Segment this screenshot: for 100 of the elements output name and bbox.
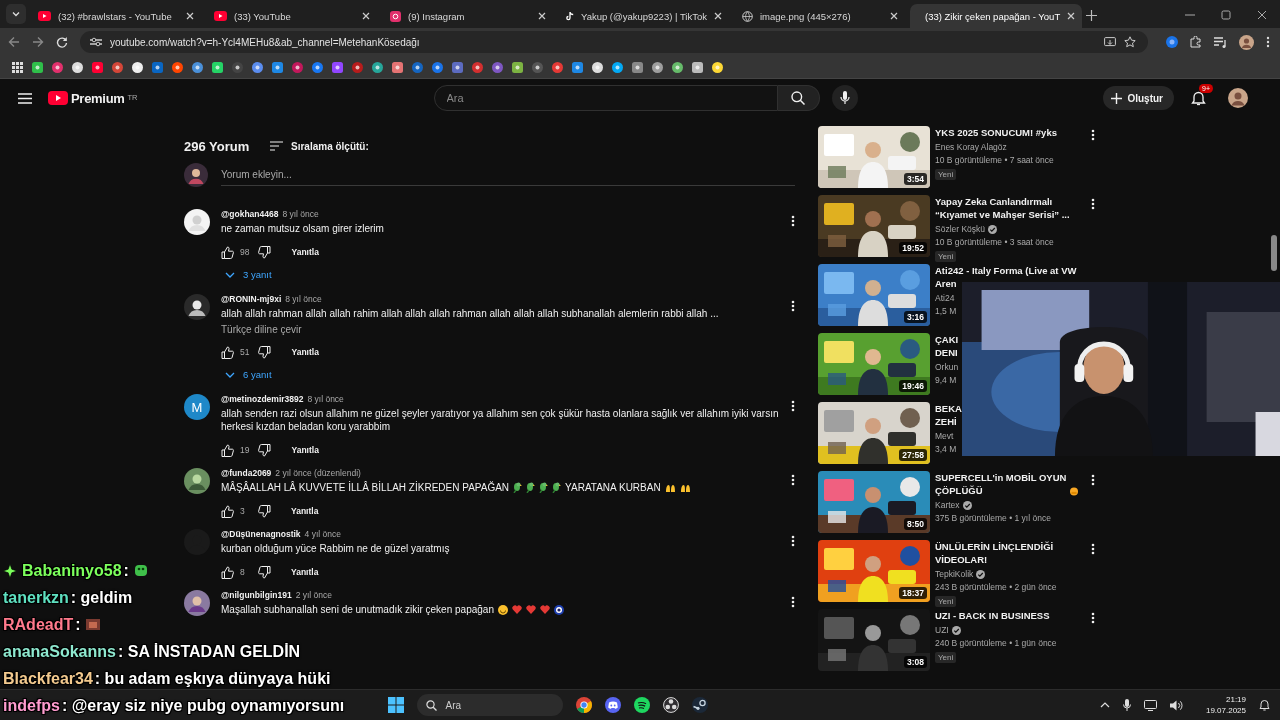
puzzle-icon[interactable] [1190, 36, 1202, 48]
apps-icon[interactable] [12, 61, 23, 73]
bookmark-icon[interactable] [72, 61, 83, 73]
comment-author[interactable]: @funda2069 [221, 468, 272, 478]
install-icon[interactable] [1104, 36, 1116, 48]
bookmark-icon[interactable] [672, 61, 683, 73]
taskbar-search[interactable]: Ara [417, 694, 564, 716]
more-icon[interactable] [1091, 474, 1095, 486]
bookmark-icon[interactable] [212, 61, 223, 73]
comment-time[interactable]: 8 yıl önce [282, 209, 319, 219]
avatar[interactable] [184, 468, 210, 494]
avatar[interactable] [184, 209, 210, 235]
video-title[interactable]: ÜNLÜLERİN LİNÇLENDİĞİ VİDEOLAR! [935, 540, 1078, 566]
bookmark-icon[interactable] [572, 61, 583, 73]
comment-input[interactable]: Yorum ekleyin... [221, 164, 795, 186]
more-icon[interactable] [791, 300, 795, 312]
bookmark-icon[interactable] [472, 61, 483, 73]
comment-author[interactable]: @RONIN-mj9xi [221, 294, 282, 304]
new-tab-icon[interactable] [1086, 10, 1097, 21]
browser-tab[interactable]: image.png (445×276) [734, 4, 906, 28]
more-icon[interactable] [1091, 198, 1095, 210]
comment-time[interactable]: 2 yıl önce [295, 590, 332, 600]
bookmark-icon[interactable] [332, 61, 343, 73]
obs-icon[interactable] [663, 697, 680, 713]
bookmark-icon[interactable] [412, 61, 423, 73]
microphone-button[interactable] [831, 85, 858, 111]
channel-name[interactable]: Kartex [935, 499, 960, 512]
comment-author[interactable]: @metinozdemir3892 [221, 394, 304, 404]
bookmark-icon[interactable] [552, 61, 563, 73]
video-title[interactable]: BEKA ZEHİ [935, 402, 962, 428]
more-icon[interactable] [791, 596, 795, 608]
thumbs-up-icon[interactable] [221, 565, 234, 579]
reload-icon[interactable] [56, 36, 68, 48]
close-icon[interactable] [714, 12, 722, 20]
bookmark-icon[interactable] [292, 61, 303, 73]
channel-name[interactable]: Mevt [935, 430, 954, 443]
close-icon[interactable] [890, 12, 898, 20]
comment-time[interactable]: 2 yıl önce (düzenlendi) [275, 468, 361, 478]
thumbs-down-icon[interactable] [258, 443, 272, 457]
thumbs-down-icon[interactable] [258, 245, 272, 259]
bookmark-icon[interactable] [392, 61, 403, 73]
channel-name[interactable]: UZI [935, 624, 949, 637]
thumbs-up-icon[interactable] [221, 245, 234, 259]
chrome-icon[interactable] [576, 697, 593, 713]
thumbs-down-icon[interactable] [258, 345, 272, 359]
comment-time[interactable]: 8 yıl önce [285, 294, 322, 304]
notification-icon[interactable] [1259, 699, 1270, 711]
comment-time[interactable]: 4 yıl önce [304, 529, 341, 539]
media-icon[interactable] [1214, 36, 1227, 48]
bookmark-icon[interactable] [52, 61, 63, 73]
browser-tab[interactable]: (33) Zikir çeken papağan - YouT [910, 4, 1082, 28]
bookmark-icon[interactable] [492, 61, 503, 73]
bookmark-icon[interactable] [632, 61, 643, 73]
more-icon[interactable] [1091, 129, 1095, 141]
bookmark-icon[interactable] [192, 61, 203, 73]
thumbs-down-icon[interactable] [258, 504, 271, 518]
more-icon[interactable] [1091, 543, 1095, 555]
bookmark-icon[interactable] [312, 61, 323, 73]
reply-button[interactable]: Yanıtla [281, 243, 329, 261]
bookmark-icon[interactable] [712, 61, 723, 73]
bookmark-icon[interactable] [152, 61, 163, 73]
create-button[interactable]: Oluştur [1103, 86, 1174, 110]
windows-icon[interactable] [388, 697, 405, 713]
search-button[interactable] [777, 85, 820, 111]
channel-name[interactable]: TepkiKolik [935, 568, 974, 581]
video-title[interactable]: UZI - BACK IN BUSINESS [935, 609, 1050, 622]
comment-time[interactable]: 8 yıl önce [307, 394, 344, 404]
video-title[interactable]: Ati242 - Italy Forma (Live at VW Aren [935, 264, 1077, 290]
address-bar[interactable]: youtube.com/watch?v=h-Ycl4MEHu8&ab_channel=MetehanKösedağı [80, 31, 1148, 53]
reply-button[interactable]: Yanıtla [281, 502, 329, 520]
site-info-icon[interactable] [90, 37, 102, 47]
bookmark-icon[interactable] [692, 61, 703, 73]
bookmark-icon[interactable] [132, 61, 143, 73]
thumbs-down-icon[interactable] [258, 565, 271, 579]
bookmark-icon[interactable] [512, 61, 523, 73]
thumbs-up-icon[interactable] [221, 504, 234, 518]
tab-search-button[interactable] [6, 4, 26, 24]
restore-icon[interactable] [1221, 10, 1231, 20]
bookmark-icon[interactable] [252, 61, 263, 73]
browser-tab[interactable]: (33) YouTube [206, 4, 378, 28]
more-icon[interactable] [791, 474, 795, 486]
close-icon[interactable] [1257, 10, 1267, 20]
menu-icon[interactable] [18, 92, 32, 104]
chevron-up-icon[interactable] [1099, 702, 1110, 708]
bookmark-icon[interactable] [452, 61, 463, 73]
clock-date[interactable]: 19.07.2025 [1205, 705, 1246, 716]
bookmark-icon[interactable] [432, 61, 443, 73]
channel-name[interactable]: Ati24 [935, 292, 955, 305]
bookmark-icon[interactable] [372, 61, 383, 73]
avatar[interactable] [184, 294, 210, 320]
search-field[interactable]: Ara [433, 85, 778, 111]
bookmark-icon[interactable] [112, 61, 123, 73]
thumbs-up-icon[interactable] [221, 443, 234, 457]
translate-link[interactable]: Türkçe diline çevir [221, 324, 302, 335]
comment-author[interactable]: @Düşünenagnostik [221, 529, 301, 539]
reply-button[interactable]: Yanıtla [281, 563, 329, 581]
menu-icon[interactable] [1266, 36, 1270, 48]
video-title[interactable]: ÇAKI DENI [935, 333, 959, 359]
video-title[interactable]: Yapay Zeka Canlandırmalı “Kıyamet ve Mahşer Serisi” ... [935, 195, 1078, 221]
browser-tab[interactable]: (32) #brawlstars - YouTube [30, 4, 202, 28]
